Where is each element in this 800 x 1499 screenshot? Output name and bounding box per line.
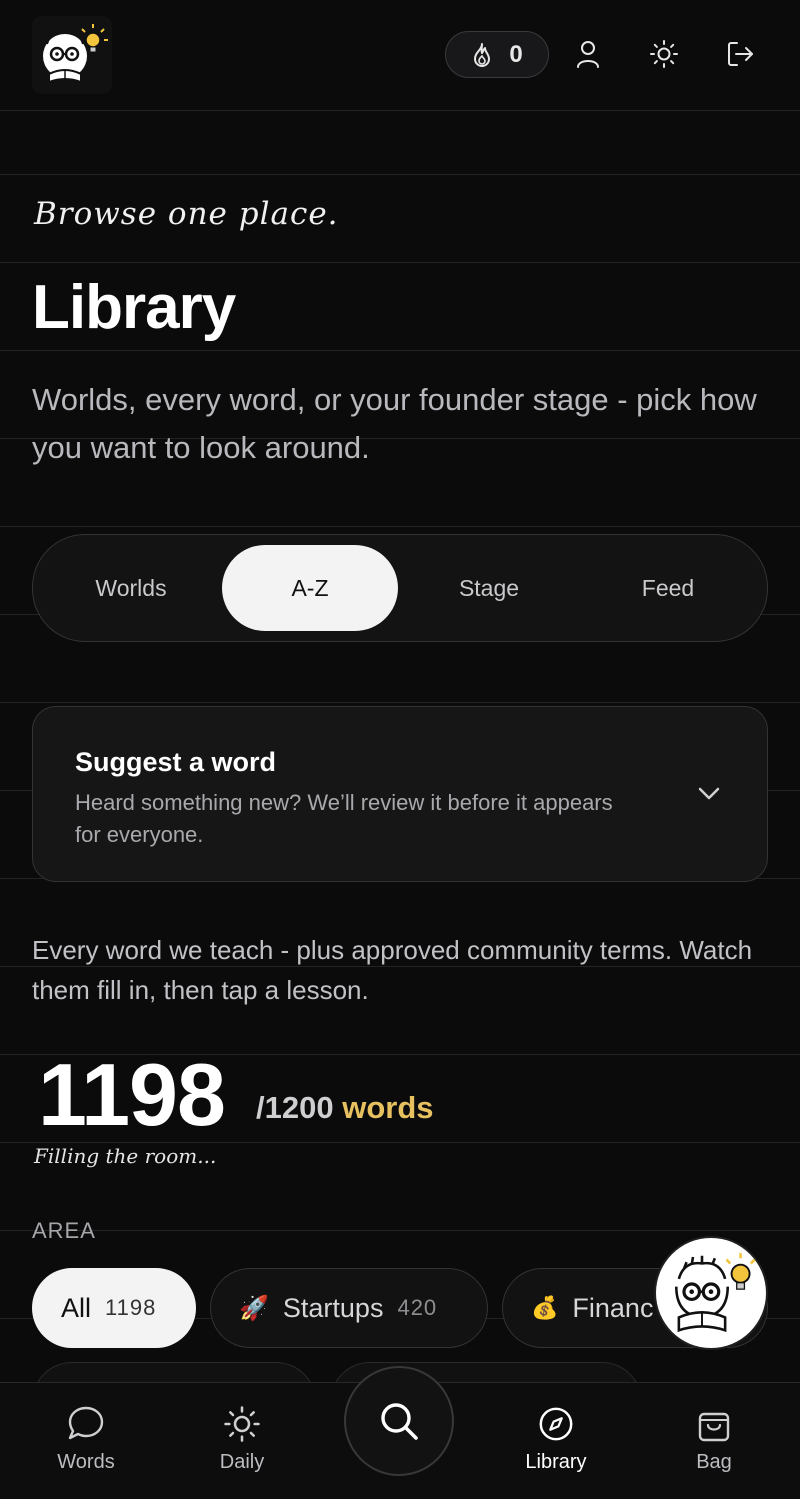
tab-feed[interactable]: Feed bbox=[580, 545, 756, 631]
chip-label: All bbox=[61, 1292, 92, 1323]
search-icon bbox=[381, 1403, 418, 1440]
word-count: 1198 bbox=[38, 1045, 226, 1144]
fill-status: Filling the room... bbox=[34, 1144, 217, 1168]
chip-label: Startups bbox=[282, 1292, 384, 1323]
nav-daily[interactable]: Daily bbox=[182, 1405, 302, 1474]
chip-count: 1198 bbox=[105, 1295, 157, 1320]
top-bar: 0 bbox=[0, 0, 800, 110]
mascot-logo-icon bbox=[43, 24, 108, 84]
logout-icon bbox=[728, 42, 753, 66]
page-tagline: Browse one place. bbox=[34, 196, 339, 232]
chip-label: Financ bbox=[572, 1292, 654, 1323]
word-total-number: /1200 bbox=[256, 1090, 334, 1125]
chip-count: 420 bbox=[397, 1295, 438, 1320]
theme-toggle-button[interactable] bbox=[646, 36, 682, 72]
logout-button[interactable] bbox=[722, 36, 758, 72]
word-unit: words bbox=[342, 1090, 434, 1125]
area-label: AREA bbox=[32, 1218, 96, 1243]
chevron-down-icon[interactable] bbox=[695, 779, 723, 807]
nav-label: Library bbox=[525, 1451, 587, 1473]
streak-counter[interactable]: 0 bbox=[445, 31, 549, 78]
page-subtitle: Worlds, every word, or your founder stag… bbox=[32, 382, 757, 465]
chip-startups[interactable]: 🚀 Startups 420 bbox=[210, 1268, 488, 1348]
suggest-description: Heard something new? We’ll review it bef… bbox=[75, 790, 613, 847]
user-icon bbox=[577, 41, 599, 68]
chip-all[interactable]: All 1198 bbox=[32, 1268, 196, 1348]
nav-library[interactable]: Library bbox=[496, 1405, 616, 1474]
sun-icon bbox=[224, 1406, 260, 1442]
nav-bag[interactable]: Bag bbox=[654, 1405, 774, 1474]
bag-icon bbox=[698, 1412, 730, 1442]
profile-button[interactable] bbox=[570, 36, 606, 72]
streak-count: 0 bbox=[509, 40, 523, 68]
nav-label: Daily bbox=[219, 1451, 265, 1473]
sun-icon bbox=[650, 40, 678, 68]
tab-worlds[interactable]: Worlds bbox=[43, 545, 219, 631]
library-intro: Every word we teach - plus approved comm… bbox=[32, 935, 753, 1005]
tab-a-z[interactable]: A-Z bbox=[222, 545, 398, 631]
flame-icon bbox=[474, 42, 491, 67]
money-bag-icon: 💰 bbox=[531, 1295, 559, 1320]
page-title: Library bbox=[32, 273, 236, 342]
mascot-assistant-button[interactable] bbox=[656, 1238, 766, 1348]
word-total: /1200 words bbox=[256, 1090, 434, 1126]
chat-bubble-icon bbox=[68, 1406, 104, 1440]
suggest-title: Suggest a word bbox=[75, 747, 277, 777]
mascot-icon bbox=[675, 1253, 756, 1333]
suggest-word-card[interactable]: Suggest a word Heard something new? We’l… bbox=[32, 706, 768, 882]
nav-label: Words bbox=[57, 1451, 115, 1473]
tab-stage[interactable]: Stage bbox=[401, 545, 577, 631]
rocket-icon: 🚀 bbox=[239, 1294, 269, 1322]
app-logo[interactable] bbox=[32, 16, 112, 94]
compass-icon bbox=[539, 1407, 573, 1441]
nav-words[interactable]: Words bbox=[26, 1405, 146, 1474]
nav-label: Bag bbox=[696, 1451, 732, 1473]
view-mode-tabs: Worlds A-Z Stage Feed bbox=[32, 534, 768, 642]
search-button[interactable] bbox=[344, 1366, 454, 1476]
